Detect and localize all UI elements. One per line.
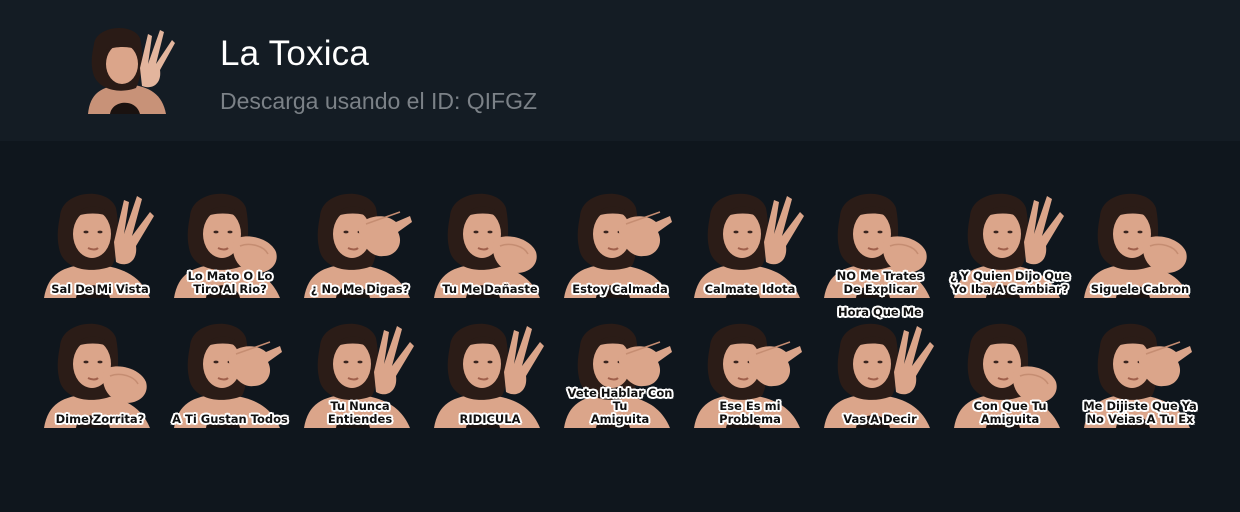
sticker-caption: Vete Hablar Con Tu Amiguita — [567, 386, 673, 426]
sticker-item[interactable]: Me Dijiste Que Ya No Veias A Tu Ex — [1080, 312, 1200, 428]
sticker-caption: Estoy Calmada — [572, 282, 668, 296]
sticker-item[interactable]: Tu Me Dañaste — [430, 182, 550, 298]
sticker-caption: Tu Nunca Entiendes — [327, 399, 393, 426]
sticker-caption: Lo Mato O Lo Tiro Al Rio? — [187, 269, 273, 296]
sticker-item[interactable]: Hora Que Me Vas A Decir — [820, 306, 940, 428]
sticker-caption: Sal De Mi Vista — [51, 282, 149, 296]
sticker-item[interactable]: RIDICULA — [430, 312, 550, 428]
sticker-item[interactable]: ¿ Y Quien Dijo Que Yo Iba A Cambiar? — [950, 182, 1070, 298]
sticker-item[interactable]: ¿ No Me Digas? — [300, 182, 420, 298]
sticker-caption-bottom: Vas A Decir — [843, 412, 917, 426]
sticker-caption: A Ti Gustan Todos — [172, 412, 288, 426]
sticker-caption: Ese Es mi Problema — [719, 399, 781, 426]
sticker-item[interactable]: Ese Es mi Problema — [690, 312, 810, 428]
sticker-caption: NO Me Trates De Explicar — [836, 269, 924, 296]
sticker-item[interactable]: Estoy Calmada — [560, 182, 680, 298]
sticker-caption: ¿ No Me Digas? — [310, 282, 410, 296]
sticker-caption: Siguele Cabron — [1090, 282, 1190, 296]
sticker-caption: Hora Que Me — [838, 305, 922, 319]
sticker-item[interactable]: Dime Zorrita? — [40, 312, 160, 428]
sticker-item[interactable]: Tu Nunca Entiendes — [300, 312, 420, 428]
sticker-caption: Tu Me Dañaste — [442, 282, 538, 296]
sticker-caption: Dime Zorrita? — [55, 412, 145, 426]
sticker-caption: Me Dijiste Que Ya No Veias A Tu Ex — [1083, 399, 1197, 426]
sticker-item[interactable]: Sal De Mi Vista — [40, 182, 160, 298]
sticker-item[interactable]: NO Me Trates De Explicar — [820, 182, 940, 298]
sticker-grid: Sal De Mi Vista Lo Mato O Lo Tiro Al Rio… — [0, 0, 1240, 512]
sticker-caption: RIDICULA — [459, 412, 521, 426]
sticker-item[interactable]: Lo Mato O Lo Tiro Al Rio? — [170, 182, 290, 298]
sticker-item[interactable]: Vete Hablar Con Tu Amiguita — [560, 312, 680, 428]
sticker-item[interactable]: Calmate Idota — [690, 182, 810, 298]
sticker-item[interactable]: A Ti Gustan Todos — [170, 312, 290, 428]
sticker-caption: Con Que Tu Amiguita — [973, 399, 1047, 426]
sticker-item[interactable]: Siguele Cabron — [1080, 182, 1200, 298]
sticker-item[interactable]: Con Que Tu Amiguita — [950, 312, 1070, 428]
sticker-caption: Calmate Idota — [704, 282, 796, 296]
sticker-caption: ¿ Y Quien Dijo Que Yo Iba A Cambiar? — [950, 269, 1070, 296]
